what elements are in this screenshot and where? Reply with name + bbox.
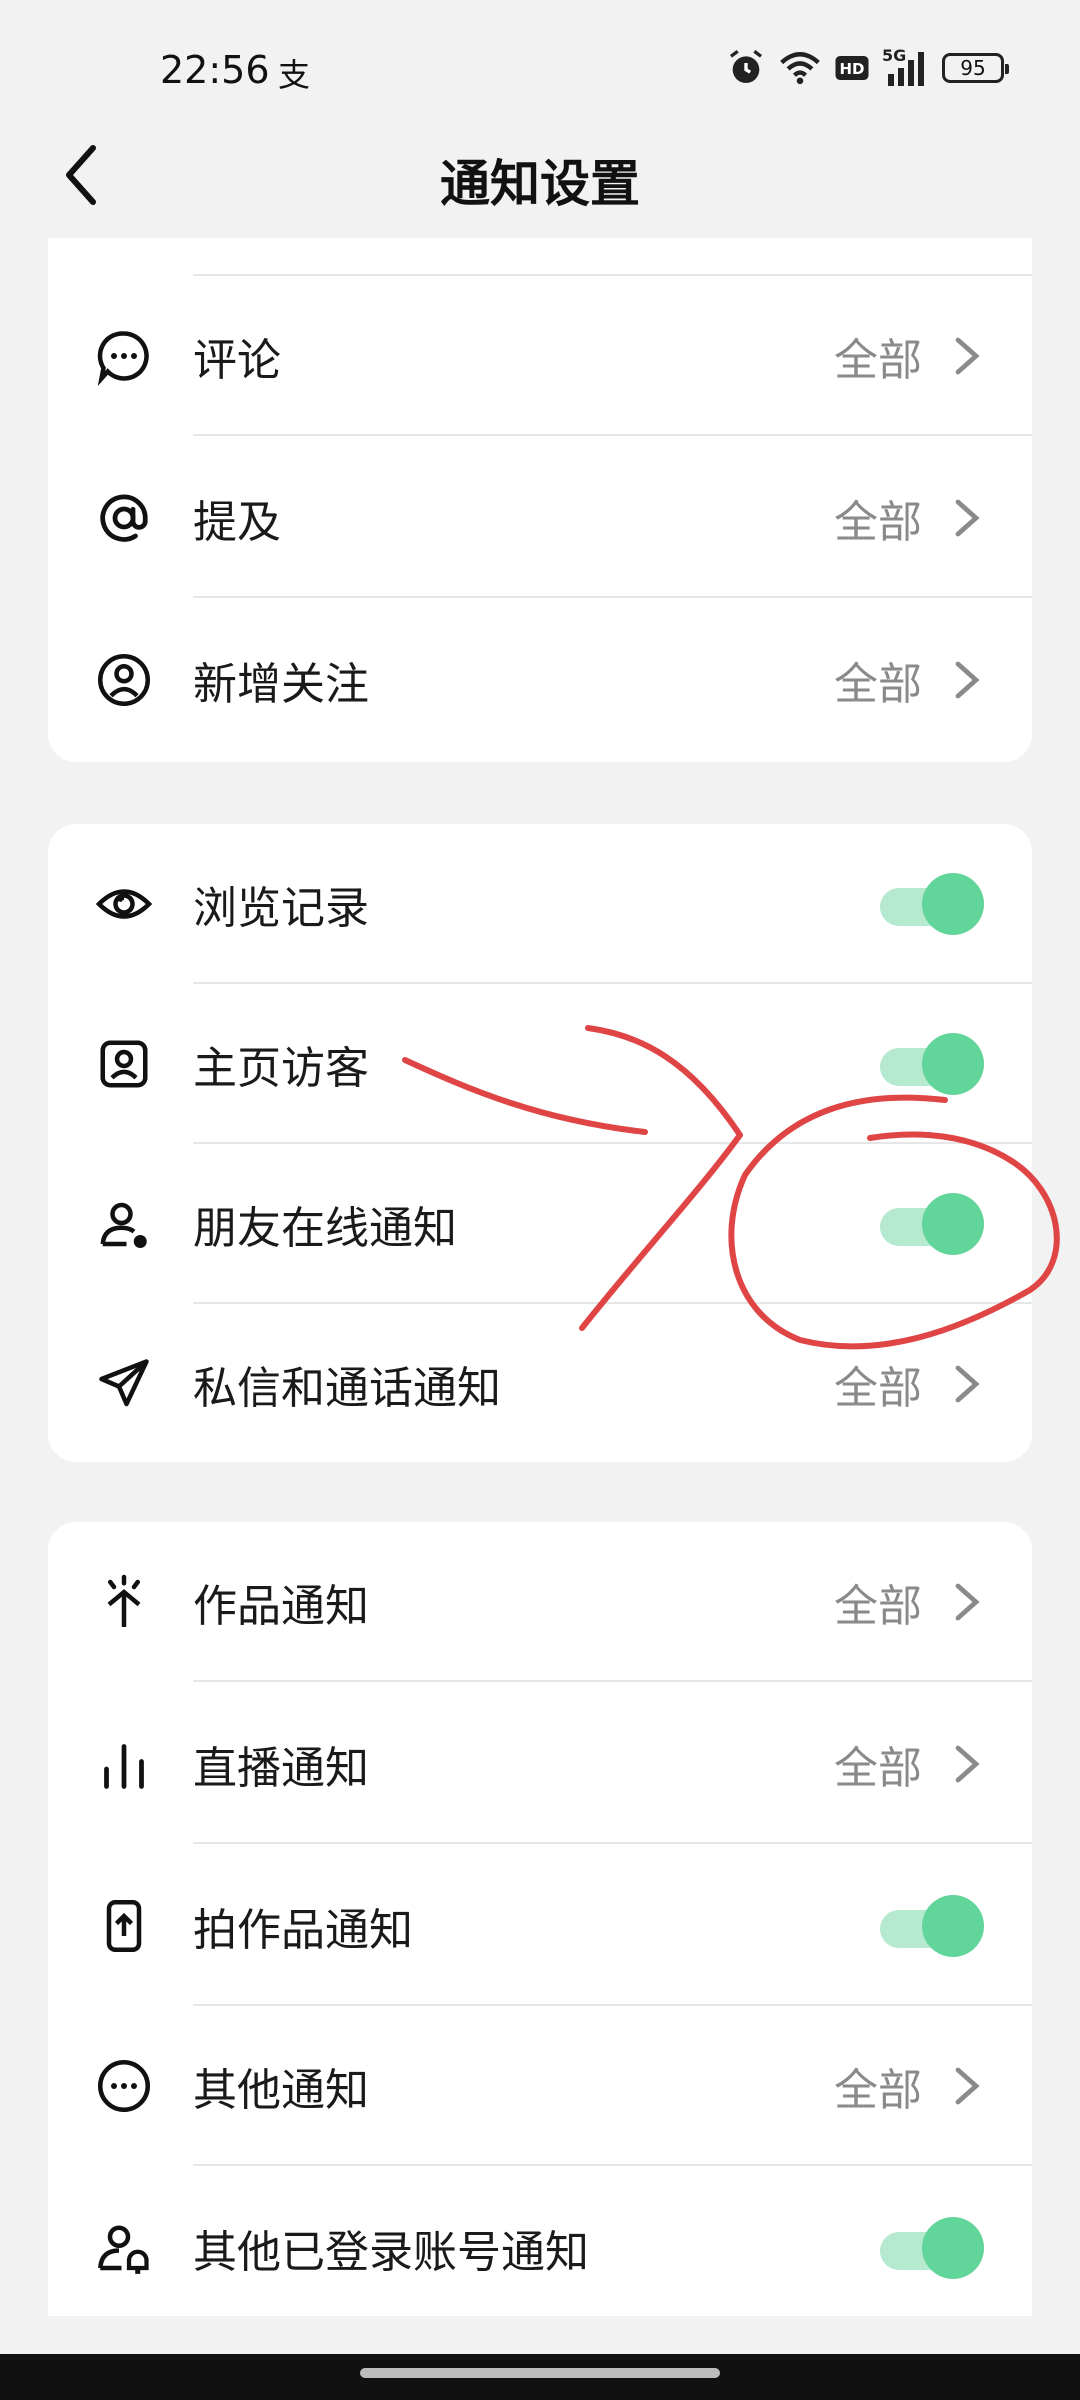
status-bar: 22:56 支 HD 5G 95 — [0, 0, 1080, 140]
user-bell-icon — [98, 2225, 149, 2274]
status-time: 22:56 — [160, 48, 270, 92]
home-indicator[interactable] — [360, 2368, 720, 2378]
divider — [193, 434, 1032, 436]
battery-indicator: 95 — [942, 53, 1009, 83]
wifi-icon — [780, 52, 820, 85]
toggle-knob — [922, 1193, 984, 1255]
setting-row-other-accounts: 其他已登录账号通知 — [48, 2168, 1032, 2316]
setting-row-other[interactable]: 其他通知 全部 — [48, 2006, 1032, 2166]
setting-value: 全部 — [834, 1363, 922, 1414]
status-icons: HD 5G 95 — [726, 44, 1009, 92]
svg-text:HD: HD — [839, 60, 864, 78]
divider — [193, 1842, 1032, 1844]
toggle-knob — [922, 1033, 984, 1095]
chevron-right-icon — [955, 337, 980, 375]
setting-row-mentions[interactable]: 提及 全部 — [48, 438, 1032, 598]
divider — [193, 596, 1032, 598]
paper-plane-icon — [99, 1359, 149, 1407]
phone-upload-icon — [106, 1900, 142, 1952]
setting-row-new-followers[interactable]: 新增关注 全部 — [48, 600, 1032, 760]
setting-label: 作品通知 — [193, 1581, 369, 1632]
divider — [193, 1680, 1032, 1682]
setting-label: 私信和通话通知 — [193, 1363, 501, 1414]
settings-group-visitors: 浏览记录 主页访客 朋友在线通知 私信和通话通知 全部 — [48, 824, 1032, 1462]
setting-row-profile-visitors: 主页访客 — [48, 984, 1032, 1144]
toggle-switch-on[interactable] — [872, 1193, 984, 1255]
setting-row-shoot-works: 拍作品通知 — [48, 1846, 1032, 2006]
comment-bubble-icon — [97, 331, 149, 386]
toggle-switch-on[interactable] — [872, 1033, 984, 1095]
chevron-right-icon — [955, 1583, 980, 1621]
more-circle-icon — [98, 2060, 150, 2112]
user-online-icon — [100, 1202, 147, 1248]
setting-label: 其他通知 — [193, 2065, 369, 2116]
user-circle-icon — [98, 654, 150, 706]
toggle-knob — [922, 873, 984, 935]
chevron-right-icon — [955, 499, 980, 537]
profile-card-icon — [100, 1040, 148, 1088]
signal-icon: 5G — [882, 46, 930, 88]
toggle-knob — [922, 2217, 984, 2279]
setting-value: 全部 — [834, 659, 922, 710]
setting-label: 评论 — [193, 335, 281, 386]
setting-row-works[interactable]: 作品通知 全部 — [48, 1522, 1032, 1682]
chevron-right-icon — [955, 1745, 980, 1783]
alarm-icon — [730, 50, 762, 83]
setting-row-browse-history: 浏览记录 — [48, 824, 1032, 984]
setting-label: 主页访客 — [193, 1043, 369, 1094]
setting-row-messages-calls[interactable]: 私信和通话通知 全部 — [48, 1304, 1032, 1462]
setting-value: 全部 — [834, 335, 922, 386]
setting-value: 全部 — [834, 2065, 922, 2116]
eye-icon — [95, 889, 153, 919]
payment-app-indicator: 支 — [278, 56, 311, 94]
setting-label: 拍作品通知 — [193, 1905, 413, 1956]
sparkle-arrow-icon — [107, 1574, 141, 1627]
setting-label: 浏览记录 — [193, 883, 369, 934]
setting-value: 全部 — [834, 1743, 922, 1794]
setting-label: 直播通知 — [193, 1743, 369, 1794]
setting-value: 全部 — [834, 497, 922, 548]
setting-row-friend-online: 朋友在线通知 — [48, 1144, 1032, 1304]
toggle-switch-on[interactable] — [872, 1895, 984, 1957]
settings-group-content: 作品通知 全部 直播通知 全部 拍作品通知 其他通知 全部 其他已登录账号通知 — [48, 1522, 1032, 2316]
toggle-knob — [922, 1895, 984, 1957]
live-bars-icon — [104, 1744, 144, 1789]
system-home-bar — [0, 2354, 1080, 2400]
battery-level: 95 — [960, 56, 986, 80]
chevron-right-icon — [955, 2067, 980, 2105]
setting-label: 提及 — [193, 497, 281, 548]
toggle-switch-on[interactable] — [872, 2217, 984, 2279]
setting-value: 全部 — [834, 1581, 922, 1632]
chevron-right-icon — [955, 661, 980, 699]
at-mention-icon — [100, 494, 148, 542]
page-title: 通知设置 — [440, 155, 640, 213]
setting-label: 其他已登录账号通知 — [193, 2227, 589, 2278]
setting-label: 朋友在线通知 — [193, 1203, 457, 1254]
chevron-right-icon — [955, 1365, 980, 1403]
divider — [193, 2164, 1032, 2166]
toggle-switch-on[interactable] — [872, 873, 984, 935]
hd-icon: HD — [835, 56, 869, 80]
setting-label: 新增关注 — [193, 659, 369, 710]
setting-row-live[interactable]: 直播通知 全部 — [48, 1684, 1032, 1844]
settings-group-interactions: 评论 全部 提及 全部 新增关注 全部 — [48, 238, 1032, 762]
setting-row-comments[interactable]: 评论 全部 — [48, 276, 1032, 436]
nav-bar: 通知设置 — [0, 120, 1080, 230]
